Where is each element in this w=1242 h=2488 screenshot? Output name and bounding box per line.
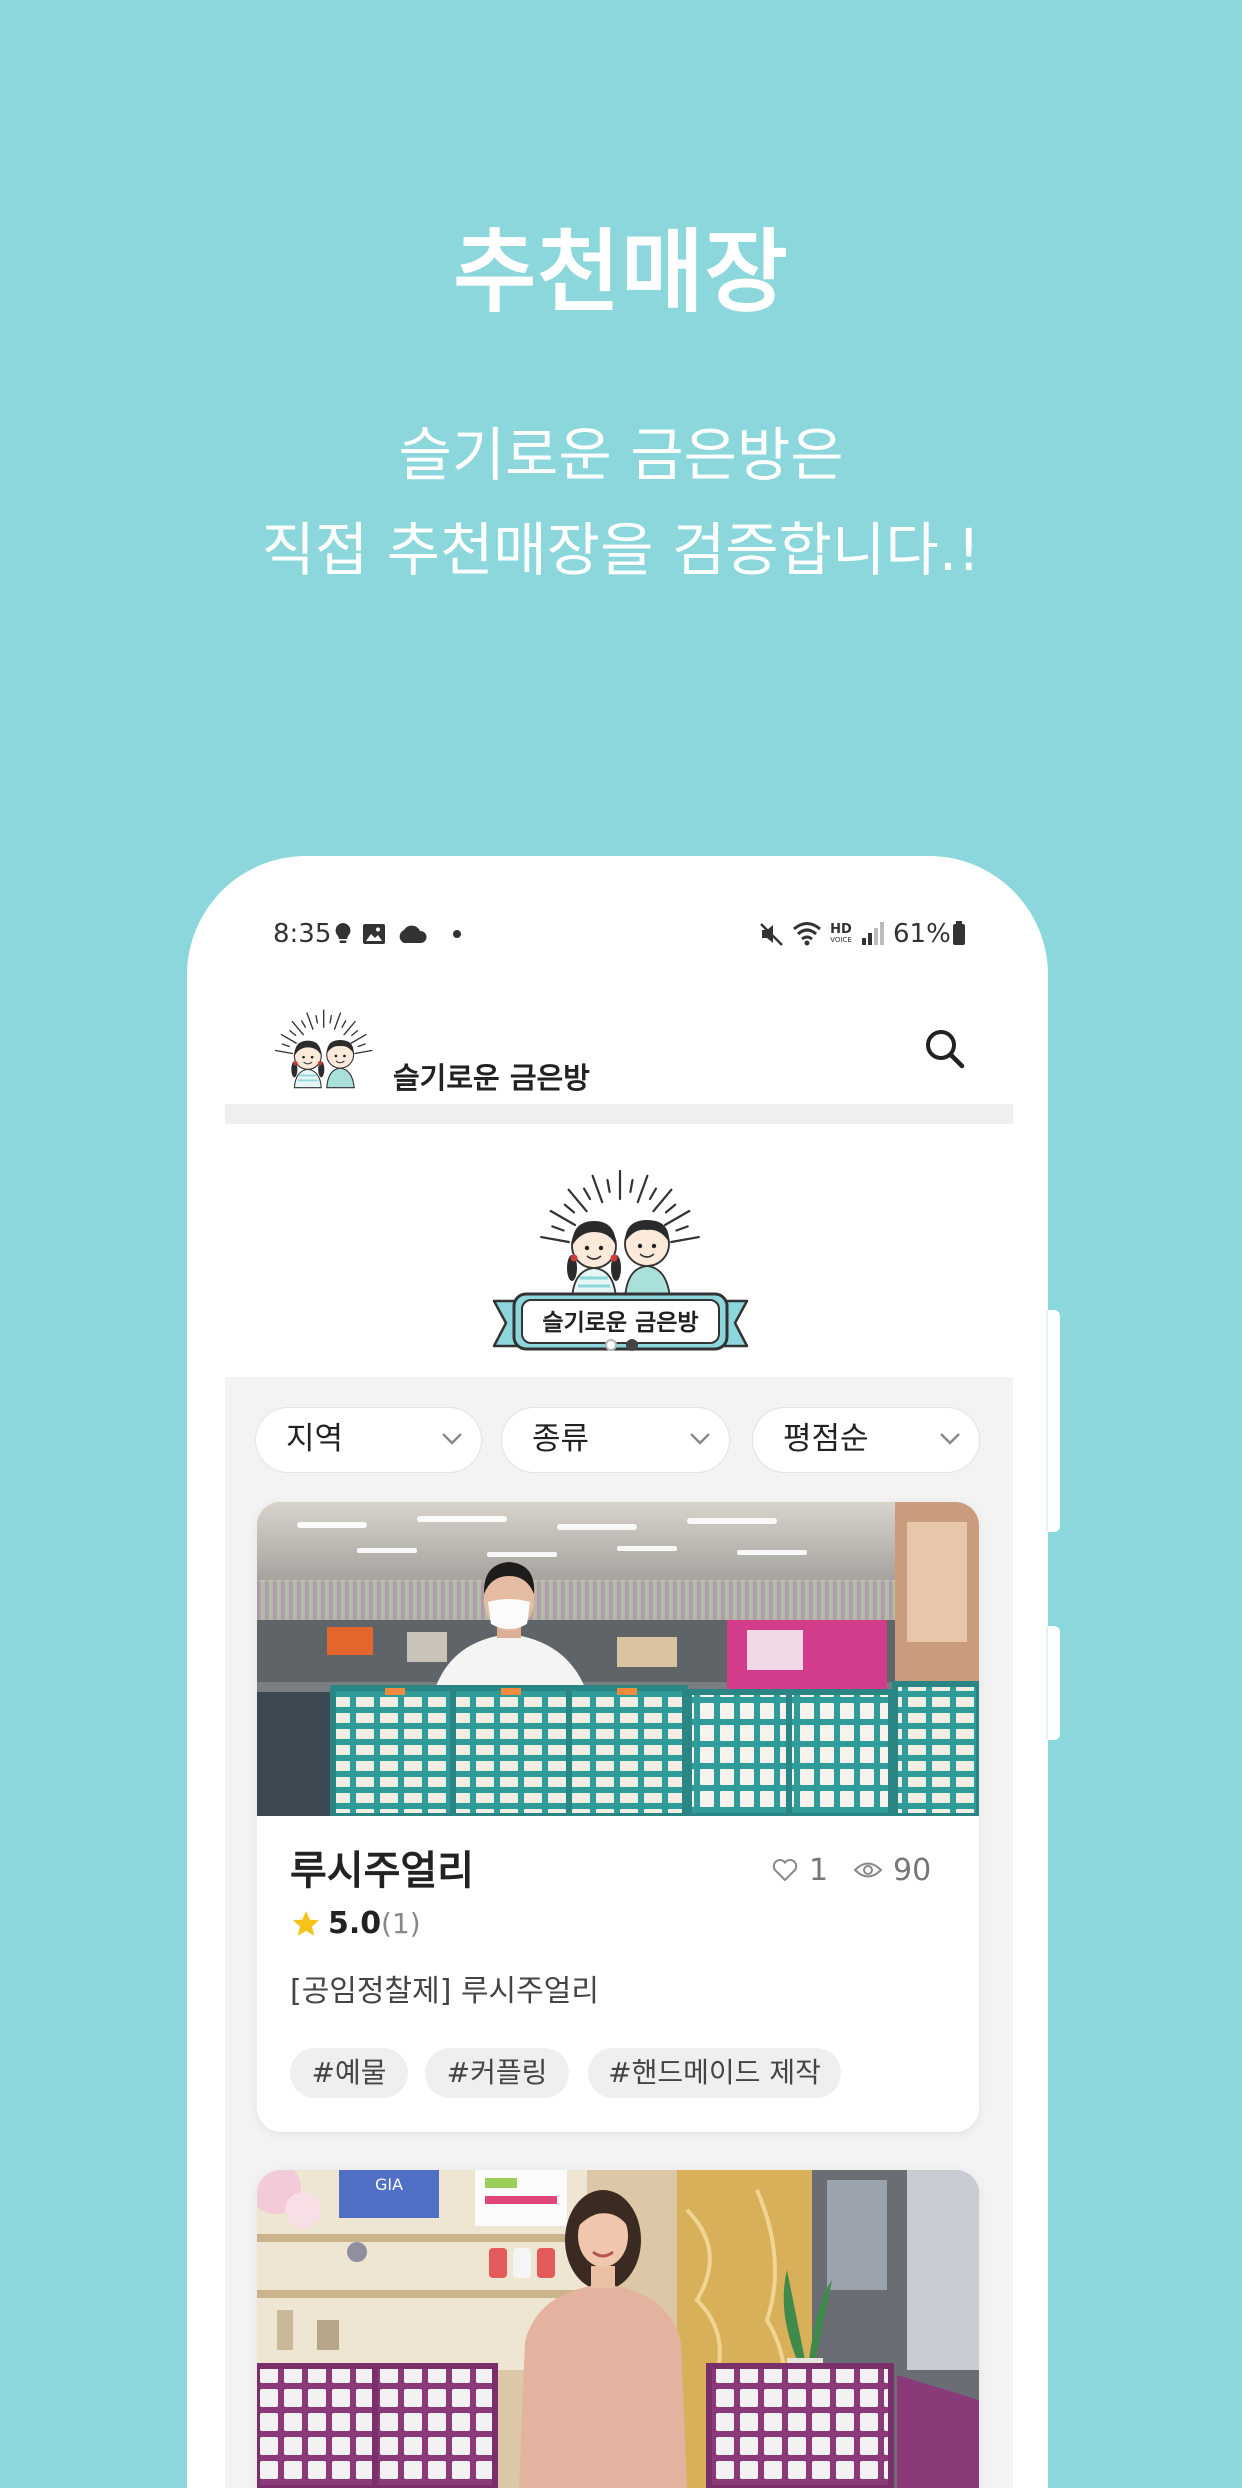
mute-icon (758, 921, 786, 947)
store-photo (257, 1502, 979, 1816)
dot-icon (452, 929, 462, 939)
signal-icon (860, 920, 886, 946)
chevron-down-icon (689, 1432, 711, 1446)
search-icon[interactable] (922, 1026, 966, 1070)
svg-text:VOICE: VOICE (830, 936, 852, 944)
filter-category-dropdown[interactable]: 종류 (501, 1407, 730, 1473)
svg-text:HD: HD (830, 922, 852, 937)
tag-chip: #커플링 (425, 2048, 569, 2098)
chevron-down-icon (441, 1432, 463, 1446)
wifi-icon (792, 920, 822, 946)
store-photo: GIA (257, 2170, 979, 2488)
carousel-dot-2[interactable] (626, 1339, 638, 1351)
review-count: (1) (381, 1907, 421, 1940)
store-card[interactable]: 루시주얼리 1 90 5.0 (1) [공임정찰제] 루시주얼리 #예물 #커플… (257, 1502, 979, 2132)
battery-percent: 61% (893, 919, 951, 949)
page-title: 추천매장 (453, 220, 789, 325)
tag-chip: #예물 (290, 2048, 408, 2098)
store-name: 루시주얼리 (290, 1848, 474, 1894)
status-time: 8:35 (273, 919, 332, 949)
filter-label: 종류 (532, 1421, 590, 1457)
banner-logo: 슬기로운 금은방 (492, 1166, 749, 1356)
page-subtitle-line-2: 직접 추천매장을 검증합니다.! (261, 516, 981, 584)
screen: 추천매장 슬기로운 금은방은 직접 추천매장을 검증합니다.! 8:35 HD … (0, 0, 1242, 2488)
phone-volume-button (1046, 1310, 1060, 1532)
app-logo-mascot[interactable] (273, 1002, 375, 1094)
mascot-illustration (274, 1009, 373, 1089)
gallery-icon (362, 923, 386, 945)
filter-sort-dropdown[interactable]: 평점순 (752, 1407, 980, 1473)
header-divider (225, 1104, 1013, 1124)
jewelry-display-trays (257, 1681, 979, 1816)
store-description: [공임정찰제] 루시주얼리 (290, 1974, 599, 2009)
page-subtitle-line-1: 슬기로운 금은방은 (398, 421, 844, 489)
like-count: 1 (809, 1853, 829, 1888)
hd-voice-icon: HD VOICE (826, 920, 856, 946)
tag-chip: #핸드메이드 제작 (588, 2048, 841, 2098)
view-count: 90 (893, 1853, 932, 1888)
gia-sign: GIA (375, 2175, 403, 2194)
heart-icon[interactable] (772, 1858, 798, 1882)
app-logo-text[interactable]: 슬기로운 금은방 (393, 1058, 590, 1098)
banner-logo-text: 슬기로운 금은방 (542, 1310, 698, 1336)
filter-label: 지역 (286, 1421, 344, 1457)
bulb-icon (334, 922, 352, 946)
eye-icon (853, 1860, 883, 1880)
phone-power-button (1046, 1626, 1060, 1740)
carousel-dot-1[interactable] (605, 1339, 617, 1351)
battery-icon (952, 921, 966, 945)
chevron-down-icon (939, 1432, 961, 1446)
filter-label: 평점순 (783, 1421, 869, 1457)
star-icon (292, 1910, 320, 1937)
store-card[interactable]: GIA (257, 2170, 979, 2488)
filter-region-dropdown[interactable]: 지역 (255, 1407, 482, 1473)
cloud-icon (396, 924, 428, 944)
rating-value: 5.0 (328, 1906, 382, 1941)
